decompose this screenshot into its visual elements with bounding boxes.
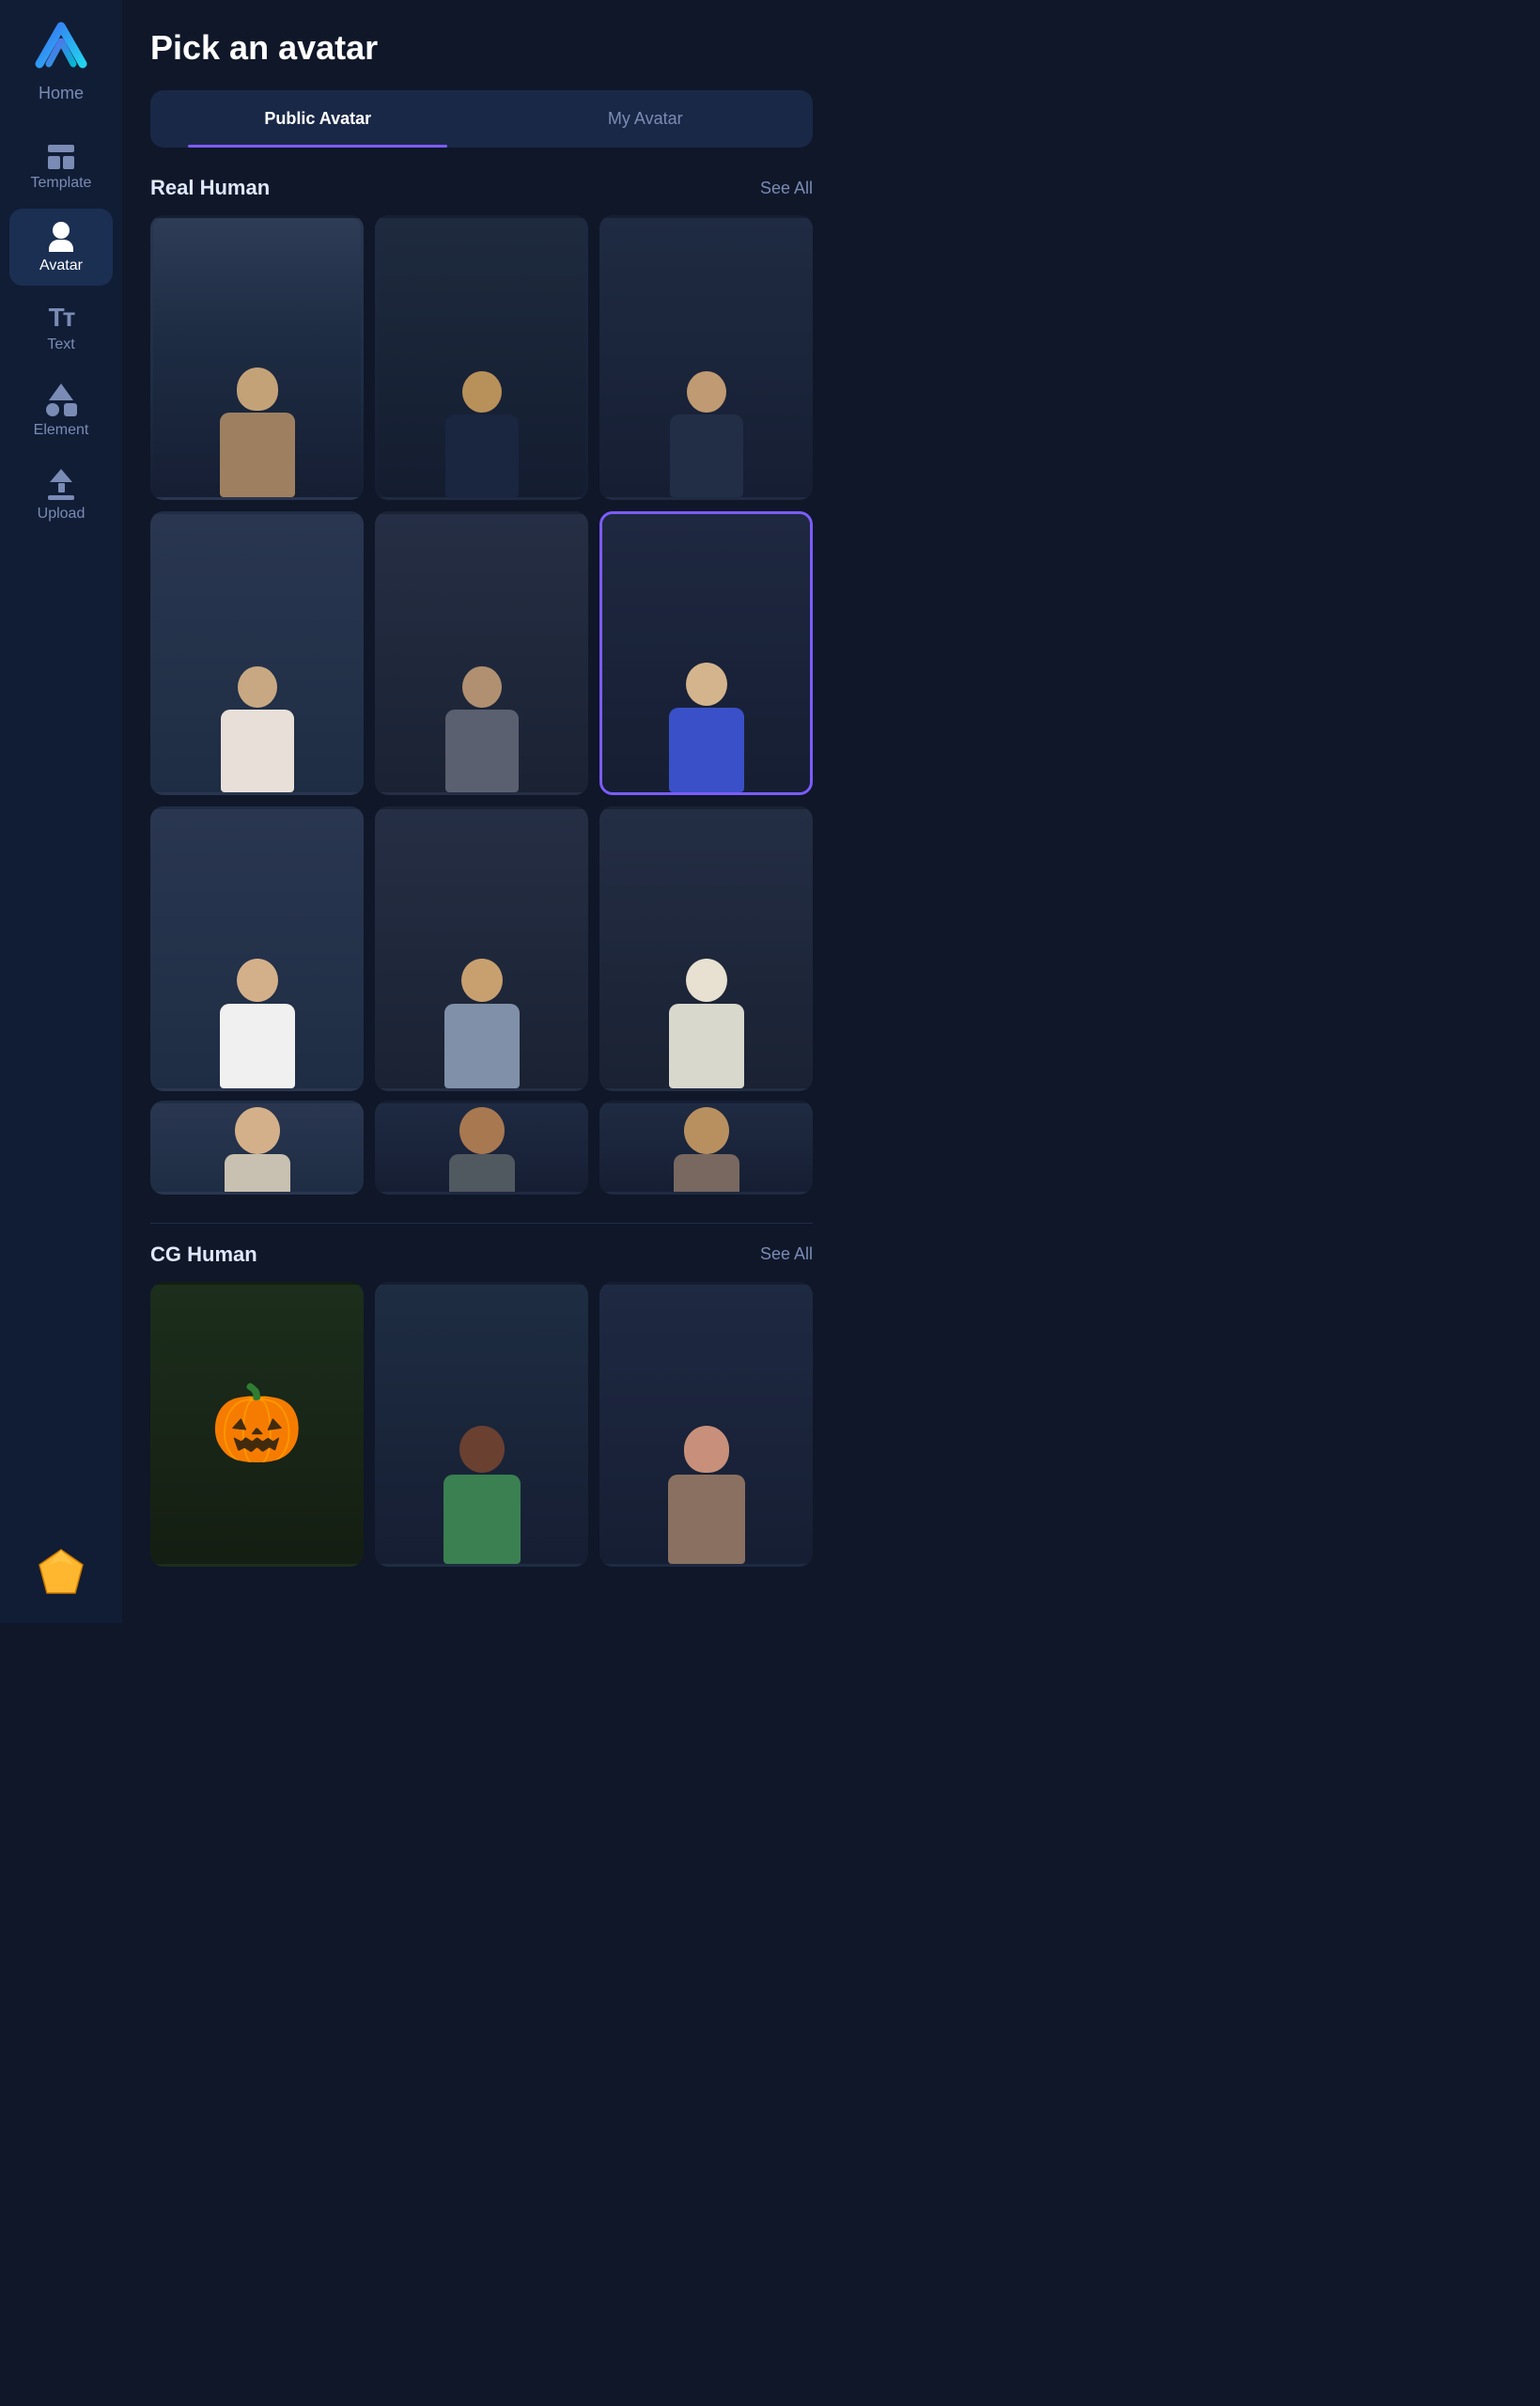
cg-human-see-all[interactable]: See All bbox=[760, 1244, 813, 1264]
avatar-card-cg3[interactable] bbox=[599, 1282, 813, 1567]
sidebar-bottom-gem[interactable] bbox=[38, 1539, 85, 1604]
avatar-card-rh10[interactable] bbox=[150, 1101, 364, 1195]
section-cg-human: CG Human See All 🎃 bbox=[150, 1242, 813, 1567]
element-icon bbox=[45, 383, 77, 416]
page-title: Pick an avatar bbox=[150, 28, 813, 68]
text-label: Text bbox=[47, 336, 74, 353]
sidebar-item-text[interactable]: Tт Text bbox=[9, 291, 113, 365]
avatar-card-rh7[interactable] bbox=[150, 806, 364, 1091]
sidebar-item-element[interactable]: Element bbox=[9, 370, 113, 450]
template-icon bbox=[48, 145, 74, 169]
sidebar-home-label[interactable]: Home bbox=[39, 84, 84, 103]
avatar-card-rh4[interactable] bbox=[150, 511, 364, 796]
element-label: Element bbox=[34, 422, 89, 439]
avatar-tabs: Public Avatar My Avatar bbox=[150, 90, 813, 148]
avatar-card-rh9[interactable] bbox=[599, 806, 813, 1091]
text-icon: Tт bbox=[49, 305, 74, 331]
cg-human-grid: 🎃 bbox=[150, 1282, 813, 1567]
sidebar-item-template[interactable]: Template bbox=[9, 132, 113, 203]
tab-my-avatar[interactable]: My Avatar bbox=[484, 96, 808, 142]
avatar-card-rh6[interactable] bbox=[599, 511, 813, 796]
real-human-header: Real Human See All bbox=[150, 176, 813, 200]
section-real-human: Real Human See All bbox=[150, 176, 813, 1195]
upload-label: Upload bbox=[38, 506, 86, 523]
avatar-label: Avatar bbox=[39, 258, 83, 274]
real-human-partial-row bbox=[150, 1101, 813, 1195]
sidebar-item-upload[interactable]: Upload bbox=[9, 456, 113, 534]
real-human-see-all[interactable]: See All bbox=[760, 179, 813, 198]
main-content: Pick an avatar Public Avatar My Avatar R… bbox=[122, 0, 841, 1623]
template-label: Template bbox=[31, 175, 92, 192]
cg-human-header: CG Human See All bbox=[150, 1242, 813, 1267]
sidebar: Home Template Avatar Tт Text bbox=[0, 0, 122, 1623]
avatar-card-rh12[interactable] bbox=[599, 1101, 813, 1195]
upload-icon bbox=[48, 469, 74, 500]
app-logo[interactable] bbox=[30, 19, 92, 80]
avatar-card-rh5[interactable] bbox=[375, 511, 588, 796]
sidebar-item-avatar[interactable]: Avatar bbox=[9, 209, 113, 286]
gem-icon bbox=[38, 1548, 85, 1595]
avatar-card-rh1[interactable] bbox=[150, 215, 364, 500]
real-human-title: Real Human bbox=[150, 176, 270, 200]
avatar-card-rh8[interactable] bbox=[375, 806, 588, 1091]
real-human-grid bbox=[150, 215, 813, 1091]
tab-public-avatar[interactable]: Public Avatar bbox=[156, 96, 480, 142]
avatar-card-cg2[interactable] bbox=[375, 1282, 588, 1567]
section-divider bbox=[150, 1223, 813, 1224]
cg-human-title: CG Human bbox=[150, 1242, 257, 1267]
avatar-person-icon bbox=[49, 222, 73, 252]
avatar-card-cg1[interactable]: 🎃 bbox=[150, 1282, 364, 1567]
avatar-card-rh11[interactable] bbox=[375, 1101, 588, 1195]
avatar-card-rh2[interactable] bbox=[375, 215, 588, 500]
avatar-card-rh3[interactable] bbox=[599, 215, 813, 500]
